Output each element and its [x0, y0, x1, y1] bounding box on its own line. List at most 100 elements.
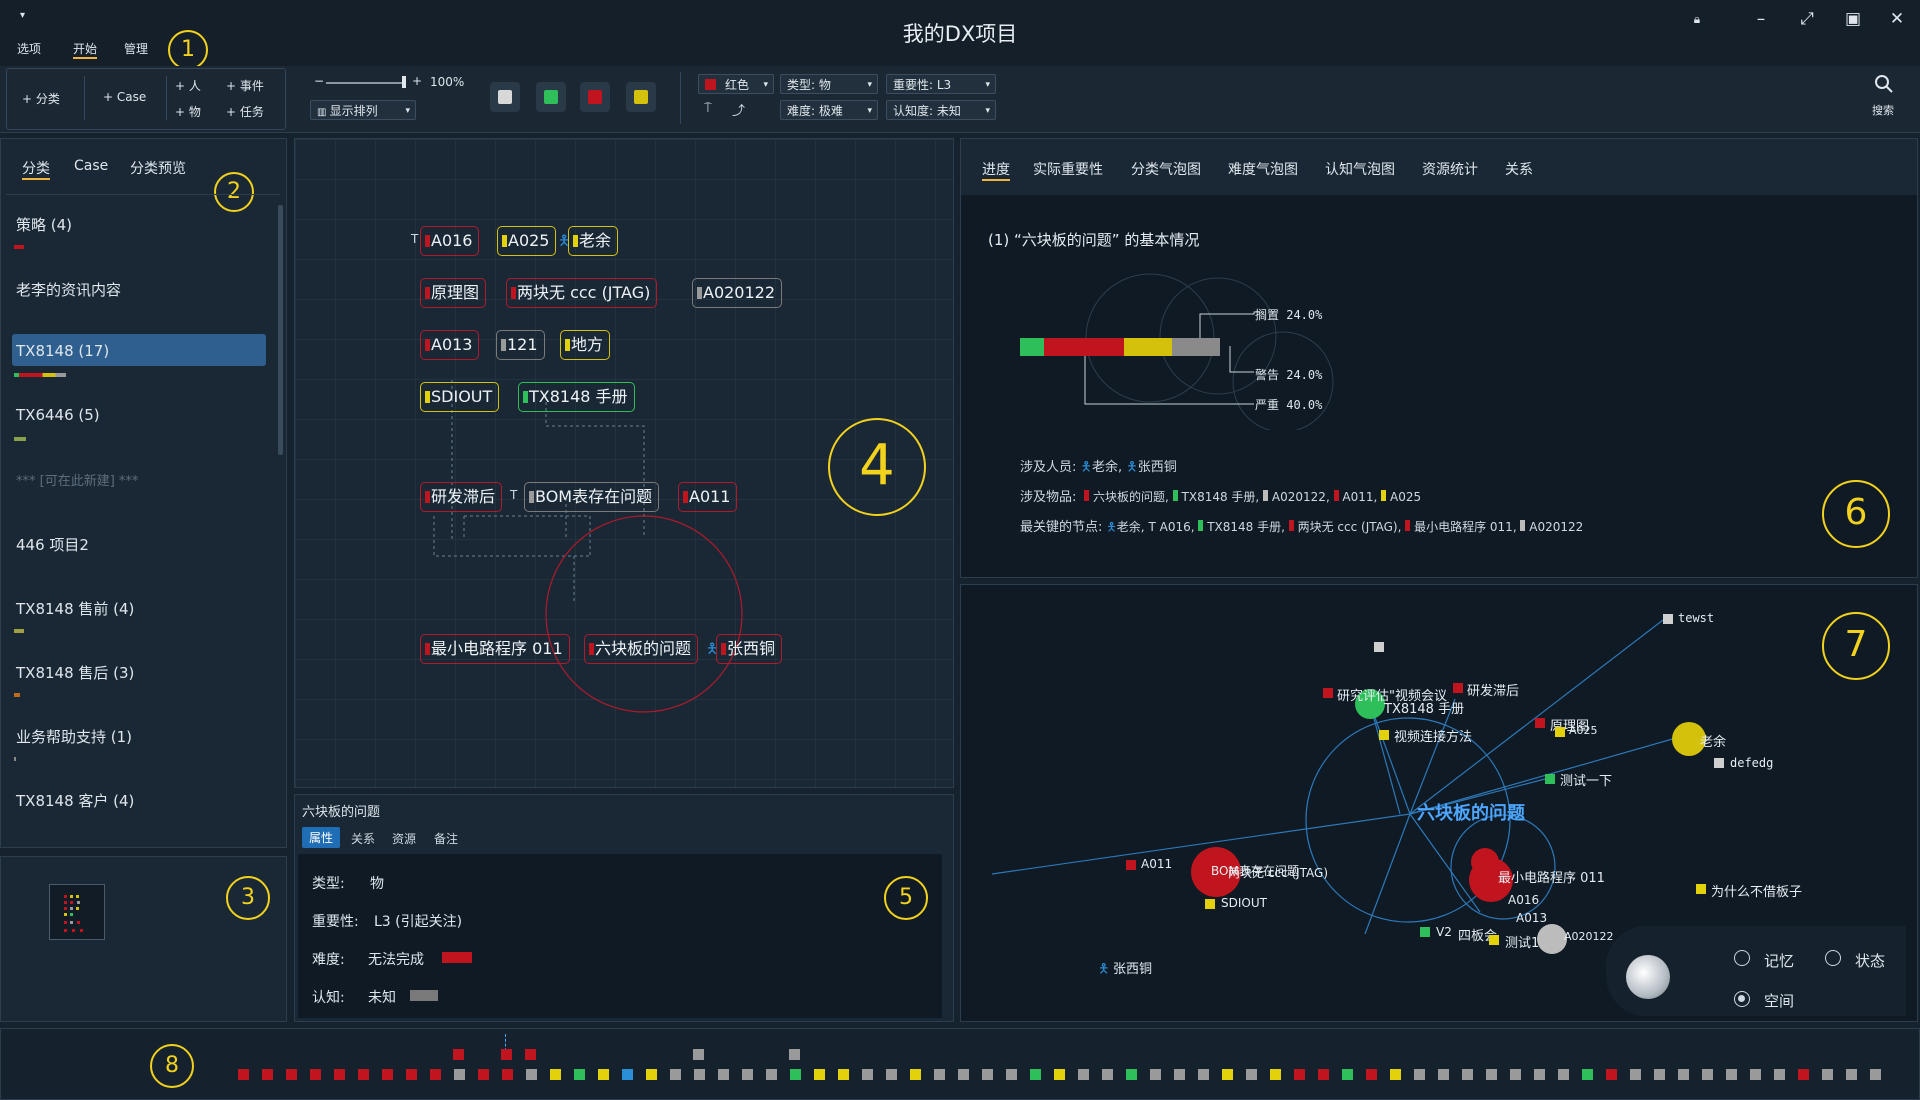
graph-node-label[interactable]: SDIOUT [1221, 896, 1267, 910]
timeline-item[interactable] [862, 1069, 873, 1080]
timeline-item[interactable] [334, 1069, 345, 1080]
category-scrollbar[interactable] [278, 205, 283, 455]
timeline-item[interactable] [1510, 1069, 1521, 1080]
maximize-button[interactable]: ▣ [1838, 6, 1868, 32]
tab-attributes[interactable]: 属性 [302, 827, 341, 848]
category-item[interactable]: 策略 (4) [16, 214, 72, 235]
timeline-item[interactable] [550, 1069, 561, 1080]
tab-notes[interactable]: 备注 [434, 830, 458, 847]
timeline-item[interactable] [670, 1069, 681, 1080]
timeline-item[interactable] [1366, 1069, 1377, 1080]
timeline-item[interactable] [1342, 1069, 1353, 1080]
search-icon[interactable] [1874, 74, 1894, 94]
timeline-item[interactable] [790, 1069, 801, 1080]
timeline-item[interactable] [1270, 1069, 1281, 1080]
graph-node-label[interactable]: V2 [1436, 925, 1452, 939]
timeline-item[interactable] [1774, 1069, 1785, 1080]
minimize-button[interactable]: – [1746, 6, 1776, 32]
timeline-item[interactable] [286, 1069, 297, 1080]
zoom-out-button[interactable]: − [314, 74, 324, 88]
graph-node-label[interactable]: 张西铜 [1113, 958, 1152, 977]
color-combo[interactable]: 红色 ▾ [698, 74, 774, 94]
timeline-item[interactable] [958, 1069, 969, 1080]
category-item[interactable]: 老李的资讯内容 [16, 279, 121, 300]
timeline-item[interactable] [934, 1069, 945, 1080]
pin-icon[interactable]: ⍑ [704, 101, 712, 116]
graph-node-label[interactable]: A013 [1516, 911, 1547, 925]
canvas-node[interactable]: A016 [420, 226, 480, 256]
timeline-item[interactable] [501, 1049, 512, 1060]
category-new-placeholder[interactable]: *** [可在此新建] *** [16, 470, 138, 489]
timeline-item[interactable] [1054, 1069, 1065, 1080]
tab-category-bubble[interactable]: 分类气泡图 [1131, 159, 1201, 179]
add-category-button[interactable]: + 分类 [22, 90, 60, 107]
graph-node-label[interactable]: A011 [1141, 857, 1172, 871]
color-swatch-gray[interactable] [490, 82, 520, 112]
timeline-item[interactable] [310, 1069, 321, 1080]
lock-icon[interactable]: 🔒︎ [1682, 6, 1712, 32]
timeline-item[interactable] [789, 1049, 800, 1060]
close-button[interactable]: ✕ [1882, 6, 1912, 32]
canvas-node[interactable]: 两块无 ccc (JTAG) [506, 278, 658, 308]
canvas-node[interactable]: 原理图 [420, 278, 487, 308]
timeline-item[interactable] [1798, 1069, 1809, 1080]
timeline-track[interactable] [0, 1028, 1920, 1100]
canvas-node[interactable]: A020122 [692, 278, 783, 308]
zoom-slider-handle[interactable] [402, 76, 406, 88]
timeline-item[interactable] [525, 1049, 536, 1060]
category-item[interactable]: TX8148 客户 (4) [16, 790, 134, 811]
view-knob[interactable] [1626, 955, 1670, 999]
tab-case[interactable]: Case [74, 158, 108, 174]
timeline-item[interactable] [1558, 1069, 1569, 1080]
timeline-item[interactable] [1750, 1069, 1761, 1080]
radio-status[interactable] [1825, 950, 1841, 966]
canvas-node[interactable]: 六块板的问题 [584, 634, 699, 664]
category-item[interactable]: TX6446 (5) [16, 406, 100, 424]
timeline-item[interactable] [718, 1069, 729, 1080]
graph-node-label[interactable]: 研发滞后 [1467, 680, 1519, 699]
difficulty-combo[interactable]: 难度: 极难 ▾ [780, 100, 878, 120]
add-task-button[interactable]: + 任务 [226, 103, 264, 120]
zoom-slider[interactable] [326, 82, 406, 84]
graph-node-label[interactable]: A020122 [1564, 930, 1614, 943]
search-button-label[interactable]: 搜索 [1872, 102, 1894, 118]
timeline-item[interactable] [1102, 1069, 1113, 1080]
tab-progress[interactable]: 进度 [982, 159, 1010, 181]
timeline-item[interactable] [406, 1069, 417, 1080]
timeline-item[interactable] [910, 1069, 921, 1080]
timeline-item[interactable] [453, 1049, 464, 1060]
timeline-item[interactable] [1630, 1069, 1641, 1080]
timeline-item[interactable] [693, 1049, 704, 1060]
category-item[interactable]: TX8148 售前 (4) [16, 598, 134, 619]
color-swatch-red[interactable] [580, 82, 610, 112]
timeline-item[interactable] [454, 1069, 465, 1080]
timeline-item[interactable] [1174, 1069, 1185, 1080]
timeline-item[interactable] [1414, 1069, 1425, 1080]
timeline-item[interactable] [262, 1069, 273, 1080]
timeline-item[interactable] [1246, 1069, 1257, 1080]
tab-cognition-bubble[interactable]: 认知气泡图 [1325, 159, 1395, 179]
cognition-combo[interactable]: 认知度: 未知 ▾ [886, 100, 996, 120]
tab-category[interactable]: 分类 [22, 158, 50, 180]
display-sort-combo[interactable]: ▥ 显示排列 ▾ [310, 100, 416, 120]
color-swatch-yellow[interactable] [626, 82, 656, 112]
timeline-item[interactable] [886, 1069, 897, 1080]
timeline-item[interactable] [982, 1069, 993, 1080]
canvas-node[interactable]: SDIOUT [420, 382, 500, 412]
tab-relations[interactable]: 关系 [351, 830, 375, 847]
category-item[interactable]: TX8148 售后 (3) [16, 662, 134, 683]
radio-status-label[interactable]: 状态 [1855, 950, 1885, 971]
tab-resources[interactable]: 资源 [392, 830, 416, 847]
timeline-item[interactable] [1030, 1069, 1041, 1080]
graph-node-label[interactable]: tewst [1678, 611, 1714, 625]
tab-actual-importance[interactable]: 实际重要性 [1033, 159, 1103, 179]
timeline-item[interactable] [1438, 1069, 1449, 1080]
category-item[interactable]: 业务帮助支持 (1) [16, 726, 132, 747]
timeline-item[interactable] [1126, 1069, 1137, 1080]
importance-combo[interactable]: 重要性: L3 ▾ [886, 74, 996, 94]
timeline-item[interactable] [430, 1069, 441, 1080]
timeline-item[interactable] [1294, 1069, 1305, 1080]
timeline-item[interactable] [526, 1069, 537, 1080]
timeline-item[interactable] [1582, 1069, 1593, 1080]
tab-difficulty-bubble[interactable]: 难度气泡图 [1228, 159, 1298, 179]
